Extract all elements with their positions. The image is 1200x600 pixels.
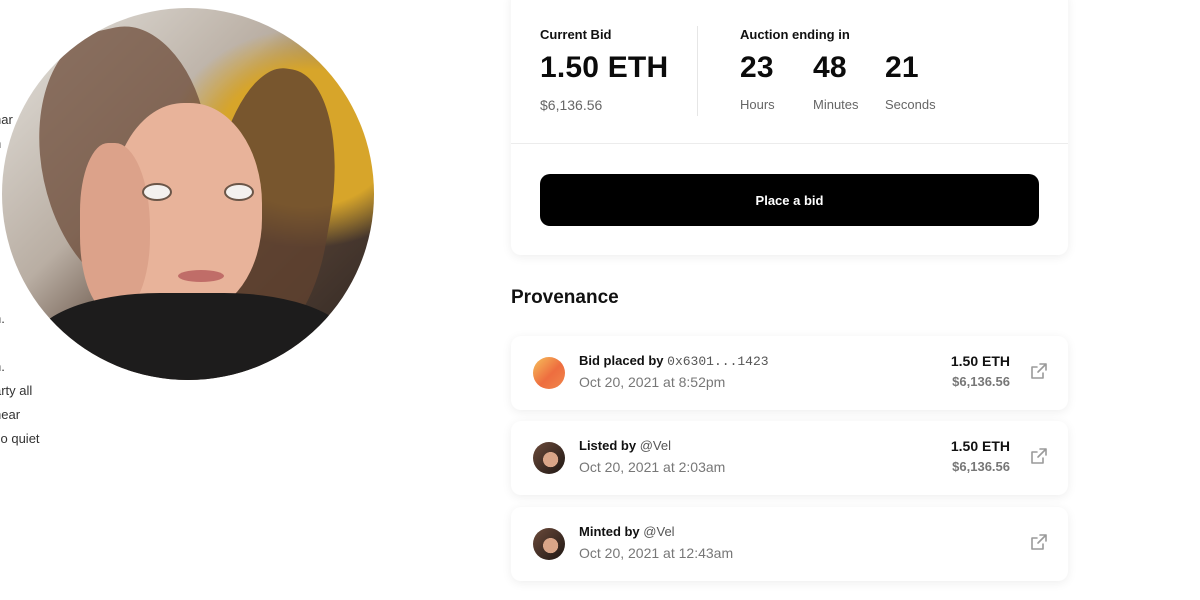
description-line: arty all <box>0 383 33 398</box>
place-bid-button[interactable]: Place a bid <box>540 174 1039 226</box>
countdown-hours-label: Hours <box>740 97 775 112</box>
external-link-icon[interactable] <box>1030 533 1048 551</box>
event-action: Bid placed by <box>579 353 664 368</box>
event-actor[interactable]: 0x6301...1423 <box>667 354 768 369</box>
external-link-icon[interactable] <box>1030 362 1048 380</box>
current-bid-label: Current Bid <box>540 27 612 42</box>
event-action: Minted by <box>579 524 640 539</box>
event-date: Oct 20, 2021 at 12:43am <box>579 545 734 561</box>
event-eth: 1.50 ETH <box>950 353 1010 369</box>
description-line: so quiet <box>0 431 40 446</box>
provenance-event: Minted by @Vel <box>579 524 675 539</box>
auction-ending-label: Auction ending in <box>740 27 850 42</box>
current-bid-eth: 1.50 ETH <box>540 51 669 84</box>
current-bid-usd: $6,136.56 <box>540 97 603 113</box>
countdown-minutes-label: Minutes <box>813 97 859 112</box>
description-line: n. <box>0 359 5 374</box>
provenance-event: Listed by @Vel <box>579 438 671 453</box>
auction-card: Current Bid 1.50 ETH $6,136.56 Auction e… <box>511 0 1068 255</box>
provenance-item: Bid placed by 0x6301...1423 Oct 20, 2021… <box>511 336 1068 410</box>
user-avatar-icon <box>533 528 565 560</box>
event-date: Oct 20, 2021 at 2:03am <box>579 459 726 475</box>
profile-avatar <box>2 8 374 380</box>
divider <box>511 143 1068 144</box>
bidder-avatar-icon <box>533 357 565 389</box>
event-date: Oct 20, 2021 at 8:52pm <box>579 374 726 390</box>
divider <box>697 26 698 116</box>
event-actor[interactable]: @Vel <box>640 438 671 453</box>
event-actor[interactable]: @Vel <box>643 524 674 539</box>
external-link-icon[interactable] <box>1030 447 1048 465</box>
event-usd: $6,136.56 <box>952 374 1010 389</box>
user-avatar-icon <box>533 442 565 474</box>
provenance-event: Bid placed by 0x6301...1423 <box>579 353 769 369</box>
provenance-item: Minted by @Vel Oct 20, 2021 at 12:43am <box>511 507 1068 581</box>
description-line: hear <box>0 407 21 422</box>
countdown-seconds: 21 <box>885 51 919 84</box>
description-line: n <box>0 136 1 151</box>
provenance-item: Listed by @Vel Oct 20, 2021 at 2:03am 1.… <box>511 421 1068 495</box>
event-eth: 1.50 ETH <box>950 438 1010 454</box>
description-line: har <box>0 112 13 127</box>
description-line: n. <box>0 311 5 326</box>
event-action: Listed by <box>579 438 637 453</box>
provenance-title: Provenance <box>511 287 619 308</box>
countdown-seconds-label: Seconds <box>885 97 936 112</box>
countdown-minutes: 48 <box>813 51 847 84</box>
countdown-hours: 23 <box>740 51 774 84</box>
event-usd: $6,136.56 <box>952 459 1010 474</box>
